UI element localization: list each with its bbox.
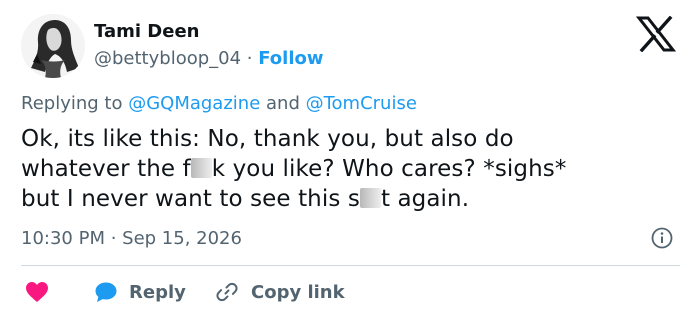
author-handle-row: @bettybloop_04 · Follow (94, 48, 324, 69)
reply-bubble-icon (95, 282, 117, 302)
mention-gqmagazine[interactable]: @GQMagazine (128, 93, 260, 114)
mention-tomcruise[interactable]: @TomCruise (306, 93, 417, 114)
tweet-text-line-2-end: k you like? Who cares? *sighs* (211, 156, 567, 182)
tweet-text: Ok, its like this: No, thank you, but al… (21, 124, 681, 214)
replying-to-conjunction: and (260, 93, 306, 114)
author-handle[interactable]: @bettybloop_04 (94, 48, 241, 69)
handle-separator: · (241, 48, 259, 69)
divider (21, 265, 680, 266)
tweet-timestamp[interactable]: 10:30 PM · Sep 15, 2026 (21, 228, 242, 249)
reply-button[interactable]: Reply (94, 278, 186, 306)
follow-button[interactable]: Follow (258, 48, 323, 69)
replying-to: Replying to @GQMagazine and @TomCruise (21, 93, 417, 114)
copy-link-label: Copy link (251, 281, 345, 303)
censor-blur (190, 158, 212, 178)
tweet-actions: Reply Copy link (0, 272, 700, 312)
tweet-time[interactable]: 10:30 PM (21, 228, 105, 249)
avatar[interactable] (21, 14, 85, 78)
info-icon[interactable] (651, 227, 673, 249)
x-logo-icon[interactable] (635, 15, 677, 53)
tweet-text-line-3-start: but I never want to see this s (21, 186, 360, 212)
tweet-text-line-2: whatever the f k you like? Who cares? *si… (21, 154, 681, 184)
tweet-text-line-3: but I never want to see this s t again. (21, 184, 681, 214)
tweet-text-line-1: Ok, its like this: No, thank you, but al… (21, 126, 514, 152)
reply-label: Reply (129, 281, 186, 303)
replying-to-prefix: Replying to (21, 93, 129, 114)
censor-blur (359, 188, 381, 208)
link-icon (216, 282, 238, 302)
heart-icon[interactable] (25, 281, 49, 303)
tweet-date[interactable]: Sep 15, 2026 (122, 228, 242, 249)
copy-link-button[interactable]: Copy link (215, 278, 345, 306)
tweet-text-line-3-end: t again. (380, 186, 470, 212)
timestamp-separator: · (104, 228, 123, 249)
author-display-name[interactable]: Tami Deen (94, 21, 199, 42)
tweet-text-line-2-start: whatever the f (21, 156, 191, 182)
tweet-header: Tami Deen @bettybloop_04 · Follow (0, 0, 700, 90)
